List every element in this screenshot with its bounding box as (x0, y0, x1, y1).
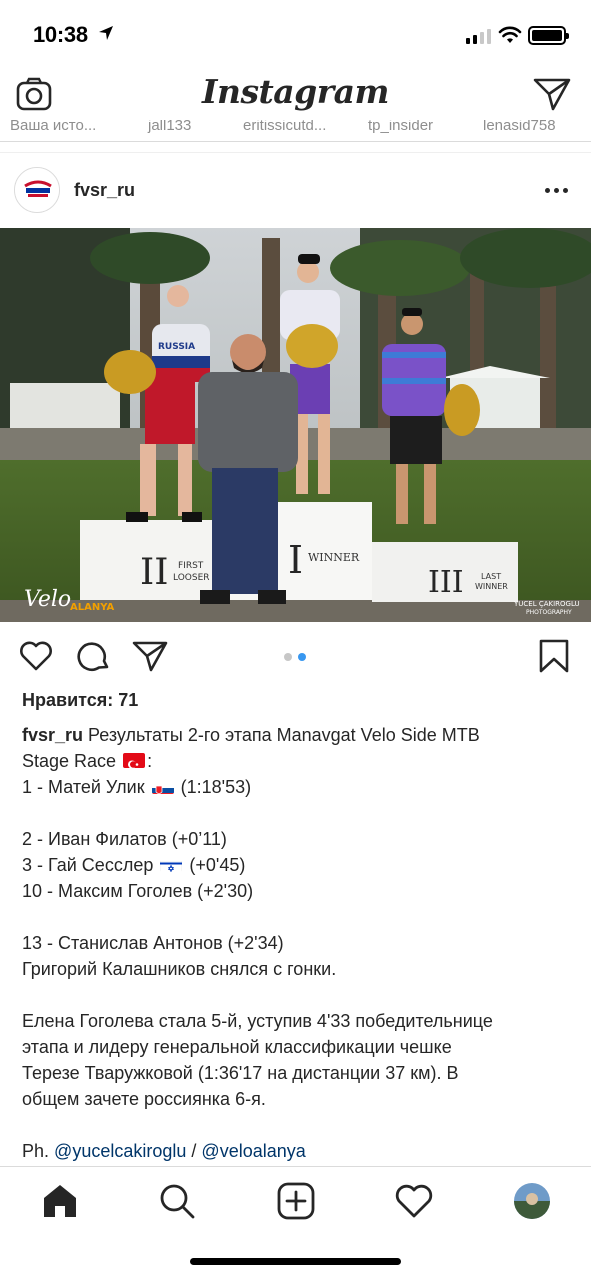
post-header: fvsr_ru (0, 152, 591, 228)
profile-avatar[interactable] (514, 1183, 550, 1219)
story-label[interactable]: lenasid758 (483, 120, 556, 134)
credit-separator: / (191, 1141, 197, 1161)
result-time: (+0'45) (189, 855, 246, 875)
svg-text:II: II (140, 552, 168, 593)
home-indicator (190, 1258, 401, 1265)
bookmark-icon[interactable] (536, 638, 572, 674)
fvsr-logo-avatar[interactable] (14, 167, 60, 213)
svg-text:LOOSER: LOOSER (173, 573, 210, 583)
svg-text:LAST: LAST (481, 572, 501, 581)
svg-text:FIRST: FIRST (178, 561, 204, 571)
photo-credit: Ph. @yucelcakiroglu / @veloalanya (22, 1138, 582, 1164)
women-result-line: этапа и лидеру генеральной классификации… (22, 1037, 452, 1057)
post-actions (0, 632, 591, 682)
heart-icon[interactable] (18, 638, 54, 674)
svg-text:I: I (288, 538, 303, 582)
story-label[interactable]: Ваша исто... (10, 120, 96, 134)
post-username[interactable]: fvsr_ru (74, 180, 135, 201)
cellular-signal-icon (466, 28, 491, 44)
result-text: 3 - Гай Сесслер (22, 855, 154, 875)
caption-text: Результаты 2-го этапа Manavgat Velo Side… (88, 725, 480, 745)
story-label[interactable]: eritissicutd... (243, 120, 326, 134)
status-time: 10:38 (33, 22, 88, 47)
result-line: 10 - Максим Гоголев (+2'30) (22, 881, 254, 901)
result-line: 13 - Станислав Антонов (+2'34) (22, 933, 284, 953)
new-post-icon[interactable] (276, 1181, 316, 1221)
battery-icon (528, 26, 569, 45)
svg-text:YUCEL ÇAKIROGLU: YUCEL ÇAKIROGLU (513, 600, 580, 608)
search-icon[interactable] (157, 1181, 197, 1221)
home-icon[interactable] (40, 1181, 80, 1221)
status-bar: 10:38 (0, 0, 591, 66)
result-line: 1 - Матей Улик (1:18'53) (22, 774, 582, 800)
svg-text:WINNER: WINNER (308, 551, 360, 564)
stories-tray[interactable]: Ваша исто... jall133 eritissicutd... tp_… (0, 120, 591, 142)
credit-prefix: Ph. (22, 1141, 50, 1161)
women-result-line: Терезе Тваружковой (1:36'17 на дистанции… (22, 1063, 459, 1083)
caption-line: Stage Race : (22, 751, 153, 771)
story-label[interactable]: tp_insider (368, 120, 433, 134)
result-line: 2 - Иван Филатов (+0’11) (22, 829, 227, 849)
israel-flag-icon (160, 857, 183, 872)
svg-text:ALANYA: ALANYA (70, 602, 115, 613)
caption-gap (22, 1112, 582, 1138)
comment-icon[interactable] (76, 638, 112, 674)
carousel-indicator (284, 653, 306, 661)
post-photo[interactable]: II FIRST LOOSER I WINNER III LAST WINNER… (0, 228, 591, 622)
direct-message-icon[interactable] (533, 76, 571, 112)
mention-link[interactable]: @yucelcakiroglu (54, 1141, 186, 1161)
share-icon[interactable] (132, 638, 168, 674)
result-line: Григорий Калашников снялся с гонки. (22, 959, 337, 979)
women-result-line: общем зачете россиянка 6-я. (22, 1089, 266, 1109)
svg-text:PHOTOGRAPHY: PHOTOGRAPHY (526, 609, 572, 616)
location-arrow-icon (99, 26, 113, 40)
result-line: 3 - Гай Сесслер (+0'45) (22, 852, 582, 878)
instagram-logo: Instagram (202, 72, 389, 111)
activity-heart-icon[interactable] (394, 1181, 434, 1221)
post-caption: fvsr_ru Результаты 2-го этапа Manavgat V… (22, 722, 582, 1164)
slovakia-flag-icon (151, 779, 174, 794)
women-result-line: Елена Гоголева стала 5-й, уступив 4'33 п… (22, 1011, 493, 1031)
caption-gap (22, 904, 582, 930)
turkey-flag-icon (123, 753, 146, 768)
more-options-icon[interactable] (545, 181, 573, 199)
likes-count[interactable]: Нравится: 71 (22, 690, 138, 711)
mention-link[interactable]: @veloalanya (201, 1141, 305, 1161)
caption-gap (22, 800, 582, 826)
svg-text:WINNER: WINNER (475, 582, 508, 591)
app-header: Instagram (0, 66, 591, 122)
caption-username[interactable]: fvsr_ru (22, 725, 83, 745)
story-label[interactable]: jall133 (148, 120, 191, 134)
wifi-icon (498, 26, 522, 43)
svg-text:III: III (428, 565, 464, 600)
caption-line: fvsr_ru Результаты 2-го этапа Manavgat V… (22, 722, 582, 748)
svg-text:RUSSIA: RUSSIA (158, 342, 195, 352)
result-time: (1:18'53) (180, 777, 252, 797)
caption-text: Stage Race (22, 751, 117, 771)
result-text: 1 - Матей Улик (22, 777, 145, 797)
svg-text:Velo: Velo (24, 587, 71, 612)
caption-gap (22, 982, 582, 1008)
